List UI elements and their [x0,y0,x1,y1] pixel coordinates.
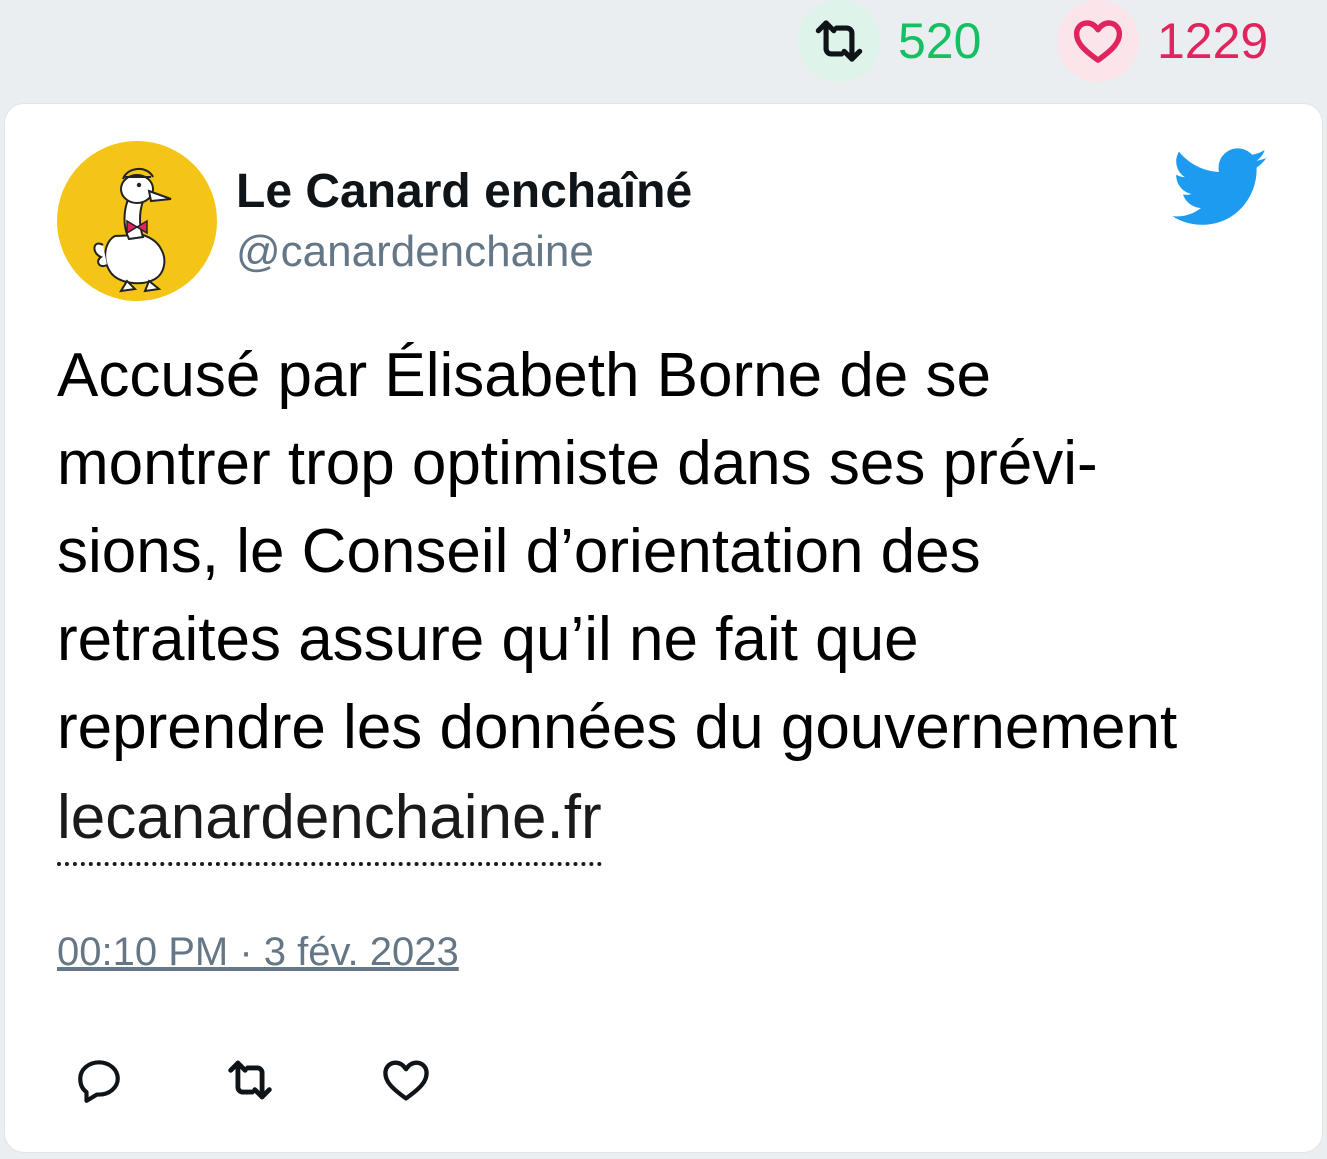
tweet-link[interactable]: lecanardenchaine.fr [57,774,602,866]
like-count: 1229 [1157,13,1269,69]
retweet-stat[interactable]: 520 [798,0,981,82]
tweet-timestamp[interactable]: 00:10 PM · 3 fév. 2023 [57,930,459,975]
tweet-text-line: reprendre les données du gouvernement [57,693,1178,762]
engagement-stats-bar: 520 1229 [0,0,1327,100]
tweet-text-line: montrer trop optimiste dans ses prévi- [57,429,1098,498]
like-button[interactable] [376,1050,436,1110]
retweet-button[interactable] [220,1050,280,1110]
tweet-text-line: Accusé par Élisabeth Borne de se [57,341,991,410]
tweet-text-line: retraites assure qu’il ne fait que [57,605,919,674]
tweet-text: Accusé par Élisabeth Borne de se montrer… [57,332,1297,772]
retweet-stat-circle[interactable] [798,0,880,82]
author-handle[interactable]: @canardenchaine [236,227,594,277]
twitter-bird-icon[interactable] [1173,148,1269,228]
like-stat[interactable]: 1229 [1057,0,1268,82]
like-stat-circle[interactable] [1057,0,1139,82]
canard-duck-logo [93,168,172,293]
avatar[interactable] [57,141,217,301]
heart-icon [1073,20,1123,63]
reply-button[interactable] [69,1050,129,1110]
reply-icon [78,1060,120,1103]
tweet-card: Le Canard enchaîné @canardenchaine Accus… [4,103,1323,1153]
retweet-icon [815,20,863,62]
tweet-text-line: sions, le Conseil d’orientation des [57,517,981,586]
author-display-name[interactable]: Le Canard enchaîné [236,164,692,219]
retweet-count: 520 [898,13,982,69]
retweet-icon [228,1060,272,1100]
heart-icon [383,1060,429,1101]
